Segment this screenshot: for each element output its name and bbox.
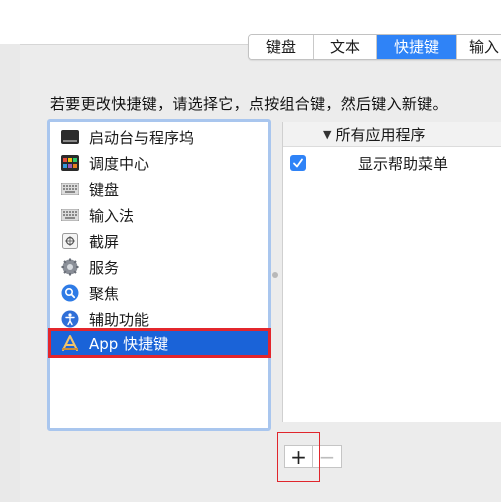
- category-item-spotlight[interactable]: 聚焦: [53, 280, 268, 306]
- shortcut-category-list[interactable]: 启动台与程序坞 调度中心 键盘 输入法 截屏 服务 聚焦 辅助功能 App 快捷…: [47, 119, 271, 431]
- tab-bar: 键盘 文本 快捷键 输入: [248, 34, 501, 60]
- services-gear-icon: [61, 258, 79, 276]
- keyboard-icon: [61, 181, 79, 197]
- app-store-icon: [61, 335, 79, 351]
- category-label: 键盘: [89, 180, 120, 199]
- screenshot-icon: [61, 233, 79, 249]
- category-item-launchpad-dock[interactable]: 启动台与程序坞: [53, 124, 268, 150]
- category-label: 调度中心: [89, 154, 150, 173]
- tab-keyboard[interactable]: 键盘: [249, 35, 314, 59]
- category-label: 截屏: [89, 232, 120, 251]
- category-label: 输入法: [89, 206, 135, 225]
- category-label: 辅助功能: [89, 310, 150, 329]
- input-source-icon: [61, 207, 79, 223]
- launchpad-dock-icon: [61, 129, 79, 145]
- checkmark-icon: [293, 158, 303, 168]
- category-label: 聚焦: [89, 284, 120, 303]
- tab-input-sources[interactable]: 输入: [457, 35, 501, 59]
- category-item-accessibility[interactable]: 辅助功能: [53, 306, 268, 332]
- category-item-app-shortcuts[interactable]: App 快捷键: [48, 328, 271, 358]
- category-label: 启动台与程序坞: [89, 128, 195, 147]
- disclosure-triangle-icon[interactable]: ▼: [323, 128, 331, 141]
- group-label: 所有应用程序: [335, 125, 426, 144]
- category-item-mission-control[interactable]: 调度中心: [53, 150, 268, 176]
- shortcut-list-pane: ▼ 所有应用程序 显示帮助菜单: [282, 122, 501, 422]
- shortcut-enabled-checkbox[interactable]: [290, 155, 306, 171]
- tab-shortcuts[interactable]: 快捷键: [377, 35, 457, 59]
- category-item-services[interactable]: 服务: [53, 254, 268, 280]
- pane-splitter-handle[interactable]: [272, 272, 278, 278]
- spotlight-icon: [61, 284, 79, 302]
- category-item-keyboard[interactable]: 键盘: [53, 176, 268, 202]
- shortcut-row[interactable]: 显示帮助菜单: [283, 150, 501, 176]
- shortcut-label: 显示帮助菜单: [358, 154, 449, 173]
- tab-text[interactable]: 文本: [314, 35, 377, 59]
- category-label: App 快捷键: [89, 334, 169, 353]
- mission-control-icon: [61, 155, 79, 171]
- category-label: 服务: [89, 258, 120, 277]
- instruction-text: 若要更改快捷键，请选择它，点按组合键，然后键入新键。: [50, 95, 448, 113]
- accessibility-icon: [61, 310, 79, 328]
- category-item-input-sources[interactable]: 输入法: [53, 202, 268, 228]
- category-item-screenshots[interactable]: 截屏: [53, 228, 268, 254]
- annotation-highlight-box: [277, 432, 320, 482]
- all-applications-group[interactable]: ▼ 所有应用程序: [283, 122, 501, 147]
